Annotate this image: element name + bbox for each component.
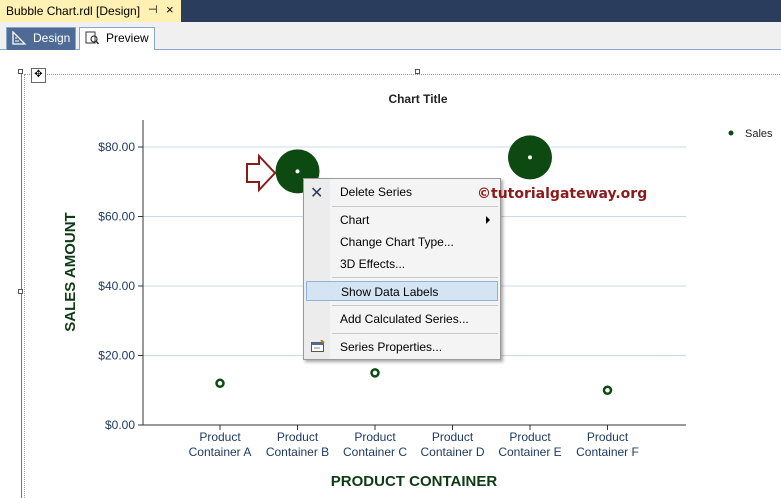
watermark-text: ©tutorialgateway.org bbox=[477, 186, 648, 202]
legend-marker bbox=[728, 130, 734, 136]
menu-separator bbox=[332, 206, 498, 207]
menu-item-delete-series[interactable]: ✕ Delete Series bbox=[306, 182, 498, 202]
y-tick-label: $80.00 bbox=[98, 140, 135, 154]
y-axis-title[interactable]: SALES AMOUNT bbox=[62, 212, 79, 331]
menu-item-show-data-labels[interactable]: Show Data Labels bbox=[306, 281, 498, 301]
delete-x-icon: ✕ bbox=[310, 185, 324, 202]
menu-item-add-calculated-series[interactable]: Add Calculated Series... bbox=[306, 309, 498, 329]
x-tick-label: Product Container E bbox=[498, 430, 561, 459]
y-tick-label: $20.00 bbox=[98, 349, 135, 363]
menu-separator bbox=[332, 277, 498, 278]
menu-item-label: 3D Effects... bbox=[340, 257, 406, 271]
x-tick-label: Product Container C bbox=[343, 430, 407, 459]
annotation-arrow-left bbox=[246, 153, 277, 193]
data-point-bubble[interactable] bbox=[215, 378, 225, 389]
menu-separator bbox=[332, 305, 498, 306]
chart-title[interactable]: Chart Title bbox=[388, 92, 447, 106]
menu-item-label: Change Chart Type... bbox=[340, 235, 454, 249]
data-point-bubble[interactable] bbox=[370, 368, 380, 378]
menu-item-label: Add Calculated Series... bbox=[340, 312, 469, 326]
x-tick-label: Product Container B bbox=[266, 430, 329, 459]
x-tick-label: Product Container F bbox=[576, 430, 639, 459]
x-tick-label: Product Container A bbox=[189, 430, 252, 459]
menu-item-change-chart-type[interactable]: Change Chart Type... bbox=[306, 232, 498, 252]
submenu-arrow-icon bbox=[486, 216, 490, 224]
menu-item-3d-effects[interactable]: 3D Effects... bbox=[306, 254, 498, 274]
menu-item-chart[interactable]: Chart bbox=[306, 210, 498, 230]
menu-item-series-properties[interactable]: Series Properties... bbox=[306, 337, 498, 357]
x-tick-label: Product Container D bbox=[420, 430, 484, 459]
menu-item-label: Chart bbox=[340, 213, 370, 227]
menu-separator bbox=[332, 333, 498, 334]
y-tick-label: $60.00 bbox=[98, 210, 135, 224]
series-context-menu: ✕ Delete Series Chart Change Chart Type.… bbox=[303, 178, 501, 360]
y-tick-label: $0.00 bbox=[105, 418, 135, 432]
properties-icon bbox=[311, 340, 325, 352]
x-axis-title[interactable]: PRODUCT CONTAINER bbox=[331, 473, 498, 490]
menu-item-label: Delete Series bbox=[340, 185, 413, 199]
y-tick-label: $40.00 bbox=[98, 279, 135, 293]
menu-item-label: Show Data Labels bbox=[341, 285, 439, 299]
data-point-bubble[interactable] bbox=[602, 385, 613, 395]
selection-marker bbox=[528, 155, 532, 160]
menu-item-label: Series Properties... bbox=[340, 340, 443, 354]
legend-label[interactable]: Sales bbox=[745, 128, 773, 140]
selection-marker bbox=[295, 169, 300, 174]
